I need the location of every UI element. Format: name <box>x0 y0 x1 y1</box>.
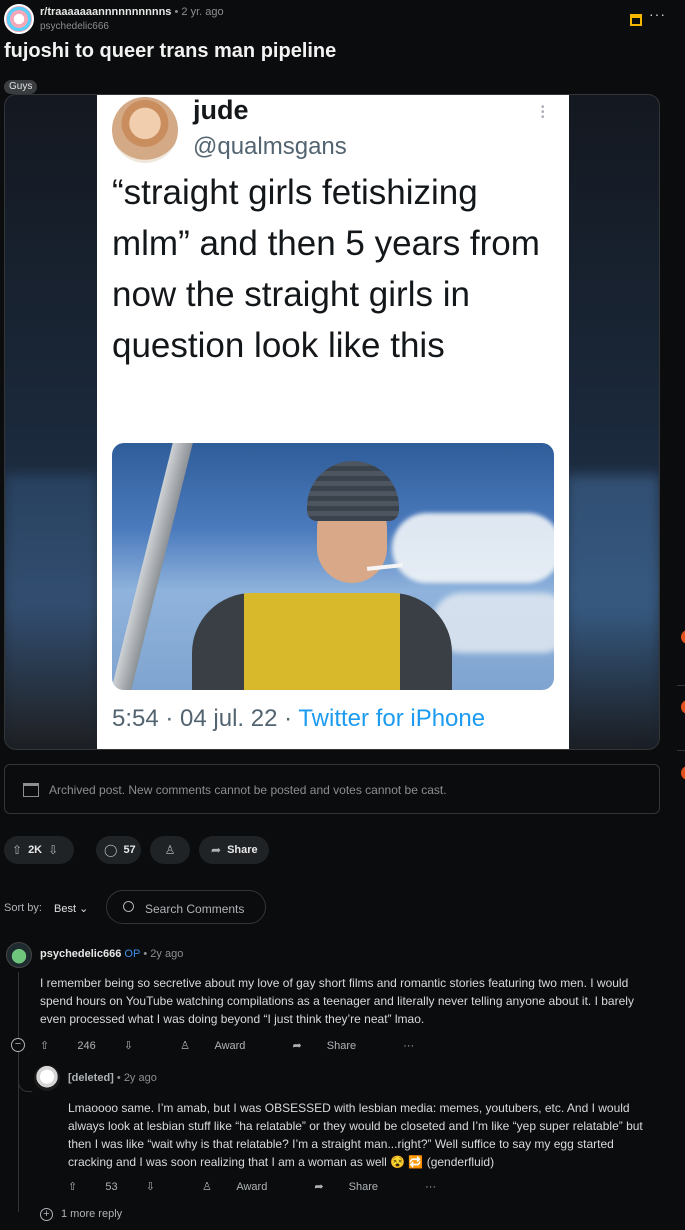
tweet-meta: 5:54 · 04 jul. 22 · Twitter for iPhone <box>112 705 485 733</box>
comment-score: 246 <box>77 1040 96 1052</box>
post-media[interactable]: jude @qualmsgans • • • “straight girls fet… <box>4 94 660 750</box>
post-age: 2 yr. ago <box>181 6 224 18</box>
share-label: Share <box>348 1181 379 1193</box>
upvote-icon[interactable]: ⇧ <box>68 1181 77 1193</box>
op-badge: OP <box>124 948 141 960</box>
tweet-handle: @qualmsgans <box>193 133 347 160</box>
comment-award-button[interactable]: ♙ Award <box>180 1040 267 1052</box>
archived-text: Archived post. New comments cannot be po… <box>49 783 447 797</box>
comment-share-button[interactable]: ➦ Share <box>314 1181 400 1193</box>
tweet-screenshot: jude @qualmsgans • • • “straight girls fet… <box>97 95 569 749</box>
comment-author: [deleted] <box>68 1072 114 1084</box>
comment-actions: ⇧ 53 ⇩ ♙ Award ➦ Share ··· <box>68 1180 458 1200</box>
upvote-icon[interactable]: ⇧ <box>40 1040 49 1052</box>
comment-share-button[interactable]: ➦ Share <box>292 1040 378 1052</box>
comment-header: [deleted] • 2y ago <box>68 1072 157 1084</box>
search-placeholder: Search Comments <box>145 902 245 916</box>
upvote-icon[interactable]: ⇧ <box>12 843 22 857</box>
comment-author[interactable]: psychedelic666 <box>40 948 121 960</box>
award-icon: ♙ <box>180 1040 190 1052</box>
media-blur-left <box>5 475 97 745</box>
share-label: Share <box>227 844 258 856</box>
downvote-icon[interactable]: ⇩ <box>124 1040 133 1052</box>
comment-bubble-icon: ◯ <box>104 843 118 857</box>
comment-vote: ⇧ 246 ⇩ <box>40 1040 155 1052</box>
tweet-text: “straight girls fetishizing mlm” and the… <box>112 173 540 365</box>
comment-header: psychedelic666 OP • 2y ago <box>40 948 183 960</box>
share-icon: ➦ <box>314 1181 324 1193</box>
comment-more-button[interactable]: ··· <box>403 1040 414 1052</box>
avatar[interactable] <box>34 1065 60 1091</box>
sort-dropdown[interactable]: Best ⌄ <box>54 902 88 915</box>
tweet-time: 5:54 · 04 jul. 22 · <box>112 705 299 732</box>
share-label: Share <box>326 1040 357 1052</box>
more-replies-label: 1 more reply <box>61 1208 123 1220</box>
comment-score: 53 <box>105 1181 118 1193</box>
search-icon <box>123 901 134 912</box>
sort-value: Best <box>54 903 77 915</box>
award-label: Award <box>236 1181 268 1193</box>
subreddit-name[interactable]: r/traaaaaaannnnnnnnnns <box>40 6 171 18</box>
community-icon <box>681 700 685 714</box>
photo-person-body <box>192 593 452 690</box>
award-icon: ♙ <box>202 1181 212 1193</box>
divider <box>677 685 685 686</box>
photo-cloud <box>392 513 554 583</box>
community-icon <box>681 630 685 644</box>
community-icon <box>681 766 685 780</box>
vote-control: ⇧ 2K ⇩ <box>4 836 74 864</box>
archived-notice: Archived post. New comments cannot be po… <box>4 764 660 814</box>
downvote-icon[interactable]: ⇩ <box>146 1181 155 1193</box>
subreddit-line: r/traaaaaaannnnnnnnnns • 2 yr. ago <box>40 6 224 18</box>
tweet-source: Twitter for iPhone <box>298 705 486 732</box>
more-options-icon[interactable]: ··· <box>649 6 665 22</box>
award-button[interactable]: ♙ <box>150 836 190 864</box>
avatar[interactable] <box>6 942 32 968</box>
media-blur-right <box>567 475 659 745</box>
comment-actions: ⇧ 246 ⇩ ♙ Award ➦ Share ··· <box>40 1039 436 1059</box>
collapse-thread-button[interactable]: − <box>11 1038 25 1052</box>
divider <box>677 750 685 751</box>
comment-award-button[interactable]: ♙ Award <box>202 1181 289 1193</box>
award-icon: ♙ <box>164 843 176 857</box>
archive-icon <box>630 14 642 26</box>
sort-label: Sort by: <box>4 902 42 914</box>
comment-vote: ⇧ 53 ⇩ <box>68 1181 177 1193</box>
share-icon: ➦ <box>211 843 222 857</box>
photo-beanie <box>307 461 399 521</box>
downvote-icon[interactable]: ⇩ <box>48 843 58 857</box>
comments-button[interactable]: ◯ 57 <box>96 836 141 864</box>
post-flair[interactable]: Guys <box>4 80 38 94</box>
post-header: r/traaaaaaannnnnnnnnns • 2 yr. ago psych… <box>4 2 665 36</box>
post-score: 2K <box>28 844 43 856</box>
comment-time: • 2y ago <box>143 948 184 960</box>
thread-branch <box>18 1078 32 1092</box>
separator-dot: • <box>174 6 179 18</box>
more-replies-button[interactable]: +1 more reply <box>40 1208 122 1221</box>
right-sidebar-edge <box>677 590 685 890</box>
comment-count: 57 <box>123 844 136 856</box>
comment-body: I remember being so secretive about my l… <box>40 976 634 1026</box>
tweet-avatar <box>112 97 178 163</box>
tweet-author-name: jude <box>193 95 249 125</box>
photo-pole <box>112 443 193 690</box>
chevron-down-icon: ⌄ <box>79 903 89 915</box>
comment-sort-bar: Sort by: Best ⌄ Search Comments <box>4 890 274 924</box>
share-icon: ➦ <box>292 1040 302 1052</box>
archive-icon <box>23 783 39 797</box>
award-label: Award <box>214 1040 246 1052</box>
plus-icon: + <box>40 1208 53 1221</box>
tweet-more-icon: • • • <box>541 102 545 123</box>
comment-more-button[interactable]: ··· <box>425 1181 436 1193</box>
comment-time: • 2y ago <box>116 1072 157 1084</box>
share-button[interactable]: ➦ Share <box>199 836 269 864</box>
post-action-bar: ⇧ 2K ⇩ ◯ 57 ♙ ➦ Share <box>4 836 304 864</box>
tweet-photo <box>112 443 554 690</box>
subreddit-avatar[interactable] <box>4 4 34 34</box>
post-title[interactable]: fujoshi to queer trans man pipeline <box>4 40 336 63</box>
search-comments-input[interactable]: Search Comments <box>106 890 266 924</box>
thread-line[interactable] <box>18 972 19 1212</box>
post-author[interactable]: psychedelic666 <box>40 21 109 32</box>
comment-body: Lmaoooo same. I’m amab, but I was OBSESS… <box>68 1101 643 1169</box>
